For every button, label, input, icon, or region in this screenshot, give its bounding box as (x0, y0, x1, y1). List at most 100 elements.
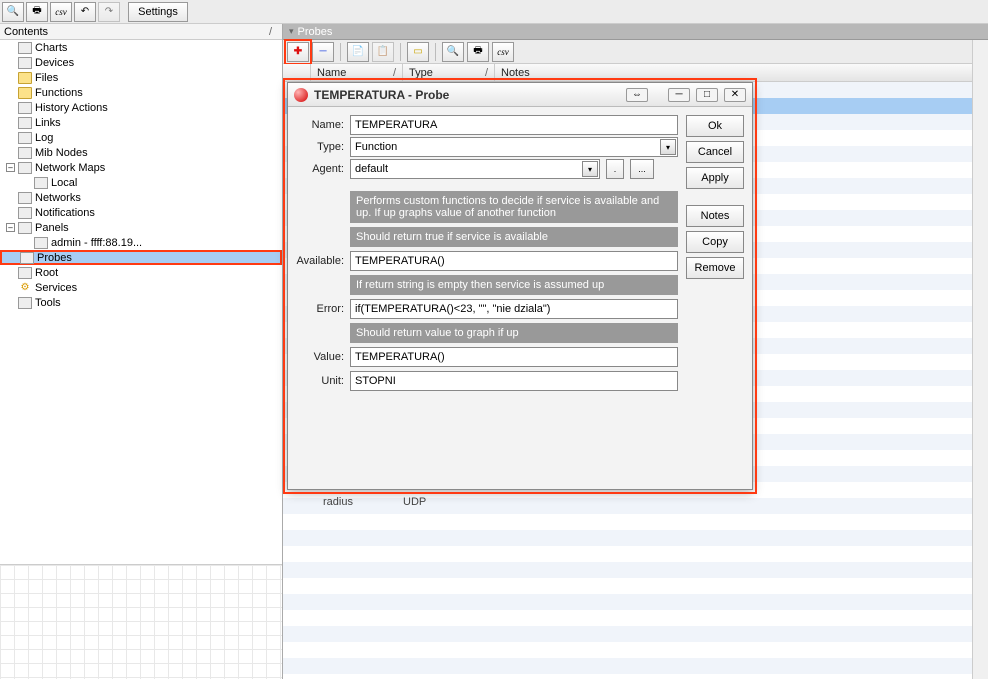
tree-item-notifications[interactable]: Notifications (0, 205, 282, 220)
item-icon (18, 42, 32, 54)
cancel-button[interactable]: Cancel (686, 141, 744, 163)
dialog-maximize-button[interactable]: □ (696, 88, 718, 102)
tree-item-history-actions[interactable]: History Actions (0, 100, 282, 115)
cell-name: radius (311, 496, 403, 508)
type-select-value: Function (355, 141, 397, 153)
tree-item-label: Network Maps (35, 162, 105, 174)
remove-button[interactable]: Remove (686, 257, 744, 279)
toolbar-csv-button[interactable]: csv (50, 2, 72, 22)
grid-col-type[interactable]: Type / (403, 64, 495, 81)
print-icon: 🖶 (32, 3, 41, 20)
available-label: Available: (296, 255, 344, 267)
tree-item-probes[interactable]: Probes (0, 250, 282, 265)
tree-item-files[interactable]: Files (0, 70, 282, 85)
tree-item-network-maps[interactable]: – Network Maps (0, 160, 282, 175)
notes-button[interactable]: Notes (686, 205, 744, 227)
tree-item-devices[interactable]: Devices (0, 55, 282, 70)
chevron-down-icon: ▾ (582, 161, 598, 177)
tree-item-mib-nodes[interactable]: Mib Nodes (0, 145, 282, 160)
type-select[interactable]: Function ▾ (350, 137, 678, 157)
tree-item-label: History Actions (35, 102, 108, 114)
paste-button[interactable]: 📋 (372, 42, 394, 62)
toolbar-settings-button[interactable]: Settings (128, 2, 188, 22)
csv-button[interactable]: csv (492, 42, 514, 62)
slash-icon: / (485, 67, 488, 79)
tree-item-services[interactable]: ⚙Services (0, 280, 282, 295)
tree-item-local[interactable]: Local (0, 175, 282, 190)
grid-col-blank[interactable] (283, 64, 311, 81)
probe-dialog: TEMPERATURA - Probe ⇔ ─ □ ✕ Name: Type: (287, 82, 753, 490)
print-icon: 🖶 (473, 43, 482, 60)
dialog-titlebar[interactable]: TEMPERATURA - Probe ⇔ ─ □ ✕ (288, 83, 752, 107)
tree-item-admin-ffff-88-19-[interactable]: admin - ffff:88.19... (0, 235, 282, 250)
agent-more-button[interactable]: ... (630, 159, 654, 179)
toolbar-separator (340, 43, 341, 61)
value-label: Value: (296, 351, 344, 363)
tree-item-tools[interactable]: Tools (0, 295, 282, 310)
grid-header: Name/ Type / Notes (283, 64, 988, 82)
tree-item-label: Tools (35, 297, 61, 309)
error-input[interactable] (350, 299, 678, 319)
tree-item-label: Probes (37, 252, 72, 264)
undo-icon: ↶ (81, 6, 89, 17)
folder-button[interactable]: ▭ (407, 42, 429, 62)
collapse-icon[interactable]: – (6, 163, 15, 172)
dialog-minimize-button[interactable]: ─ (668, 88, 690, 102)
tree-item-label: Panels (35, 222, 69, 234)
dialog-close-button[interactable]: ✕ (724, 88, 746, 102)
dialog-undock-button[interactable]: ⇔ (626, 88, 648, 102)
collapse-icon[interactable]: – (6, 223, 15, 232)
copy-button[interactable]: 📄 (347, 42, 369, 62)
tree-item-label: Links (35, 117, 61, 129)
find-button[interactable]: 🔍 (442, 42, 464, 62)
dialog-form: Name: Type: Function ▾ Agent: defaul (296, 115, 678, 481)
tree-item-charts[interactable]: Charts (0, 40, 282, 55)
paste-icon: 📋 (377, 46, 389, 57)
tree-item-links[interactable]: Links (0, 115, 282, 130)
toolbar-redo-button[interactable]: ↷ (98, 2, 120, 22)
slash-icon: / (393, 67, 396, 79)
item-icon (18, 117, 32, 129)
agent-select-value: default (355, 163, 388, 175)
item-icon (20, 252, 34, 264)
helper-available: Should return true if service is availab… (350, 227, 678, 247)
value-input[interactable] (350, 347, 678, 367)
agent-single-button[interactable]: . (606, 159, 624, 179)
grid-col-notes[interactable]: Notes (495, 64, 988, 81)
minus-icon: ─ (319, 46, 326, 57)
agent-select[interactable]: default ▾ (350, 159, 600, 179)
tree-item-networks[interactable]: Networks (0, 190, 282, 205)
tree-item-label: admin - ffff:88.19... (51, 237, 142, 249)
print-button[interactable]: 🖶 (467, 42, 489, 62)
left-bottom-grid (0, 564, 282, 679)
unit-input[interactable] (350, 371, 678, 391)
tree-item-functions[interactable]: Functions (0, 85, 282, 100)
grid-col-name[interactable]: Name/ (311, 64, 403, 81)
item-icon (18, 147, 32, 159)
copy-button[interactable]: Copy (686, 231, 744, 253)
remove-button[interactable]: ─ (312, 42, 334, 62)
name-label: Name: (296, 119, 344, 131)
right-panel-title: Probes (298, 26, 333, 38)
folder-icon (18, 87, 32, 99)
binoculars-icon: 🔍 (7, 6, 19, 17)
tree-item-panels[interactable]: – Panels (0, 220, 282, 235)
chevron-down-icon: ▾ (289, 26, 294, 37)
scrollbar[interactable] (972, 40, 988, 679)
grid-col-type-label: Type (409, 67, 433, 79)
name-input[interactable] (350, 115, 678, 135)
add-button[interactable]: ✚ (287, 42, 309, 62)
tree-item-log[interactable]: Log (0, 130, 282, 145)
ok-button[interactable]: Ok (686, 115, 744, 137)
apply-button[interactable]: Apply (686, 167, 744, 189)
table-row[interactable]: radius UDP (311, 496, 495, 508)
grid-col-notes-label: Notes (501, 67, 530, 79)
tree-item-label: Functions (35, 87, 83, 99)
tree-item-label: Local (51, 177, 77, 189)
toolbar-find-button[interactable]: 🔍 (2, 2, 24, 22)
settings-label: Settings (138, 6, 178, 18)
tree-item-root[interactable]: Root (0, 265, 282, 280)
toolbar-undo-button[interactable]: ↶ (74, 2, 96, 22)
toolbar-print-button[interactable]: 🖶 (26, 2, 48, 22)
available-input[interactable] (350, 251, 678, 271)
